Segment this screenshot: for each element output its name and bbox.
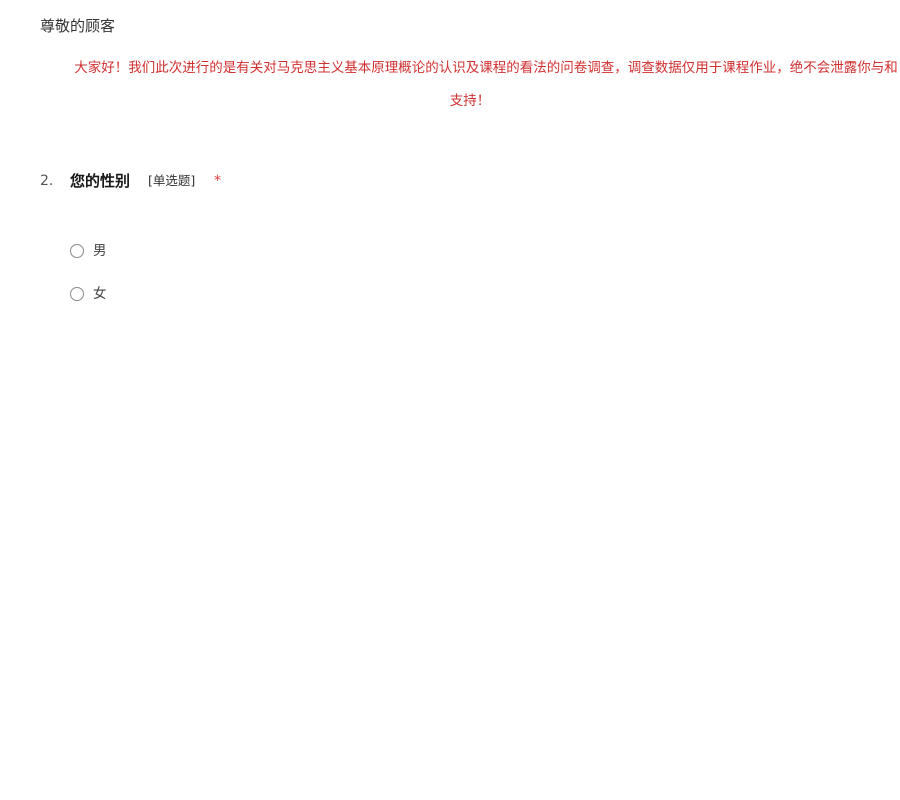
greeting-heading: 尊敬的顾客 <box>40 17 116 35</box>
question-number: 2. <box>40 173 54 189</box>
option-label: 女 <box>93 286 107 302</box>
survey-intro-text: 大家好！我们此次进行的是有关对马克思主义基本原理概论的认识及课程的看法的问卷调查… <box>40 52 900 118</box>
radio-button-icon[interactable] <box>70 287 84 301</box>
gender-option-male[interactable]: 男 <box>70 240 130 262</box>
radio-button-icon[interactable] <box>70 244 84 258</box>
question-type-label: [单选题] <box>148 173 196 188</box>
required-marker: * <box>214 173 221 189</box>
gender-option-female[interactable]: 女 <box>70 283 130 305</box>
question-title: 您的性别 <box>70 172 131 190</box>
option-label: 男 <box>93 243 107 259</box>
intro-body: 大家好！我们此次进行的是有关对马克思主义基本原理概论的认识及课程的看法的问卷调查… <box>74 60 898 109</box>
